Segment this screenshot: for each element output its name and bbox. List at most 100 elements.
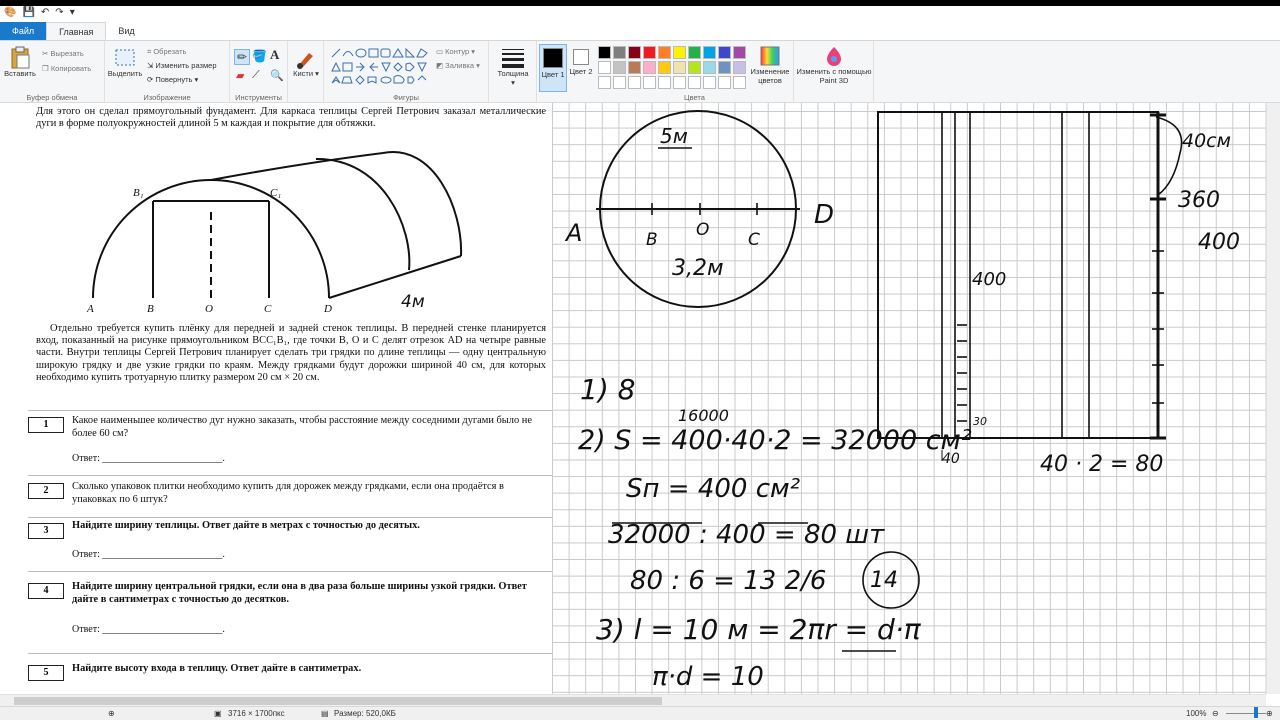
- hw-pi-d: π·d = 10: [652, 662, 764, 692]
- palette-swatch[interactable]: [643, 46, 656, 59]
- resize-label: Изменить размер: [155, 61, 217, 70]
- palette-swatch[interactable]: [643, 61, 656, 74]
- hw-point-d: D: [814, 200, 834, 230]
- edit-colors-label: Изменение цветов: [750, 67, 790, 85]
- group-shapes: ▭ Контур ▾ ◩ Заливка ▾ Фигуры: [324, 41, 489, 103]
- save-icon[interactable]: 💾: [22, 7, 34, 19]
- color2-button[interactable]: Цвет 2: [568, 44, 594, 76]
- colors-caption: Цвета: [684, 93, 705, 102]
- select-button[interactable]: Выделить: [107, 47, 143, 78]
- magnifier-icon[interactable]: 🔍: [270, 69, 284, 82]
- pencil-icon[interactable]: ✏: [234, 49, 251, 65]
- redo-icon[interactable]: ↷: [55, 7, 63, 19]
- fill-shape-button[interactable]: ◩ Заливка ▾: [436, 61, 480, 70]
- palette-swatch[interactable]: [718, 61, 731, 74]
- status-bar: ⊕ ▣ 3716 × 1700пкс ▤ Размер: 520,0КБ 100…: [0, 706, 1280, 720]
- paint-window: 🎨 💾 ↶ ↷ ▾ Файл Главная Вид Вставить ✂ Вы…: [0, 6, 1280, 720]
- paste-label: Вставить: [4, 69, 36, 78]
- palette-swatch[interactable]: [628, 46, 641, 59]
- palette-swatch[interactable]: [718, 76, 731, 89]
- color-picker-icon[interactable]: ⟋: [252, 69, 260, 82]
- answer-line: Ответ: ________________________.: [72, 549, 225, 560]
- shapes-gallery-icon[interactable]: [330, 47, 430, 87]
- fig-label-b: B: [147, 303, 154, 315]
- canvas-area[interactable]: Для этого он сделал прямоугольный фундам…: [0, 103, 1280, 694]
- size-button[interactable]: Толщина ▾: [493, 47, 533, 87]
- line-width-icon: [502, 49, 524, 68]
- palette-swatch[interactable]: [688, 46, 701, 59]
- zoom-slider[interactable]: [1226, 713, 1266, 714]
- color1-button[interactable]: Цвет 1: [539, 44, 567, 92]
- palette-swatch[interactable]: [613, 76, 626, 89]
- paint3d-button[interactable]: Изменить с помощью Paint 3D: [796, 45, 872, 85]
- question-text: Сколько упаковок плитки необходимо купит…: [72, 481, 504, 505]
- select-label: Выделить: [107, 69, 143, 78]
- group-tools: ✏ 🪣 A ▰ ⟋ 🔍 Инструменты: [230, 41, 288, 103]
- scroll-thumb[interactable]: [14, 697, 662, 705]
- text-icon[interactable]: A: [270, 47, 279, 63]
- palette-swatch[interactable]: [673, 76, 686, 89]
- palette-swatch[interactable]: [598, 46, 611, 59]
- undo-icon[interactable]: ↶: [41, 7, 49, 19]
- cut-button[interactable]: ✂ Вырезать: [42, 49, 84, 58]
- edit-colors-button[interactable]: Изменение цветов: [747, 45, 793, 85]
- resize-button[interactable]: ⇲ Изменить размер: [147, 61, 217, 70]
- palette-swatch[interactable]: [703, 61, 716, 74]
- group-clipboard: Вставить ✂ Вырезать ❐ Копировать Буфер о…: [0, 41, 105, 103]
- hw-inner-400: 400: [972, 269, 1006, 290]
- outline-button[interactable]: ▭ Контур ▾: [436, 47, 475, 56]
- handwritten-solution: 5м A D B O C 3,2м 40см 360 400 400 30 40…: [564, 110, 1240, 692]
- answer-line: Ответ: ________________________.: [72, 453, 225, 464]
- paste-button[interactable]: Вставить: [2, 45, 38, 78]
- color2-label: Цвет 2: [569, 67, 593, 76]
- palette-swatch[interactable]: [733, 61, 746, 74]
- crop-button[interactable]: ⌗ Обрезать: [147, 47, 186, 57]
- eraser-icon[interactable]: ▰: [236, 69, 244, 82]
- palette-swatch[interactable]: [733, 46, 746, 59]
- palette-swatch[interactable]: [703, 46, 716, 59]
- color2-swatch: [573, 49, 589, 65]
- tab-file[interactable]: Файл: [0, 22, 47, 40]
- palette-swatch[interactable]: [688, 76, 701, 89]
- palette-swatch[interactable]: [673, 46, 686, 59]
- question-text: Найдите ширину теплицы. Ответ дайте в ме…: [72, 520, 420, 531]
- clipboard-caption: Буфер обмена: [26, 93, 78, 102]
- hw-right-360: 360: [1178, 188, 1220, 213]
- horizontal-scrollbar[interactable]: [0, 694, 1266, 706]
- vertical-scrollbar[interactable]: [1266, 103, 1280, 694]
- palette-swatch[interactable]: [613, 46, 626, 59]
- palette-swatch[interactable]: [658, 46, 671, 59]
- brushes-button[interactable]: Кисти ▾: [290, 47, 322, 78]
- palette-swatch[interactable]: [598, 61, 611, 74]
- zoom-out-icon[interactable]: ⊖: [1212, 709, 1219, 718]
- rotate-label: Повернуть: [155, 75, 193, 84]
- palette-swatch[interactable]: [598, 76, 611, 89]
- hw-circled-answer: 14: [870, 568, 898, 593]
- question-text: Какое наименьшее количество дуг нужно за…: [72, 415, 532, 439]
- palette-swatch[interactable]: [628, 76, 641, 89]
- zoom-in-icon[interactable]: ⊕: [1266, 709, 1273, 718]
- dimensions-icon: ▣: [214, 709, 222, 718]
- customize-qat-icon[interactable]: ▾: [70, 7, 75, 19]
- palette-swatch[interactable]: [673, 61, 686, 74]
- zoom-slider-thumb[interactable]: [1254, 707, 1258, 718]
- tab-view[interactable]: Вид: [106, 22, 146, 40]
- quick-access-toolbar: 🎨 💾 ↶ ↷ ▾: [0, 6, 1280, 20]
- palette-swatch[interactable]: [688, 61, 701, 74]
- palette-swatch[interactable]: [733, 76, 746, 89]
- question-text: Найдите ширину центральной грядки, если …: [72, 581, 527, 605]
- color-palette[interactable]: [598, 46, 746, 89]
- palette-swatch[interactable]: [643, 76, 656, 89]
- palette-swatch[interactable]: [613, 61, 626, 74]
- palette-swatch[interactable]: [628, 61, 641, 74]
- tools-caption: Инструменты: [235, 93, 282, 102]
- palette-swatch[interactable]: [658, 61, 671, 74]
- fill-icon[interactable]: 🪣: [252, 49, 267, 63]
- tab-home[interactable]: Главная: [46, 22, 107, 40]
- palette-swatch[interactable]: [718, 46, 731, 59]
- palette-swatch[interactable]: [703, 76, 716, 89]
- hw-point-a: A: [564, 219, 582, 247]
- copy-button[interactable]: ❐ Копировать: [42, 64, 91, 73]
- palette-swatch[interactable]: [658, 76, 671, 89]
- rotate-button[interactable]: ⟳ Повернуть ▾: [147, 75, 198, 84]
